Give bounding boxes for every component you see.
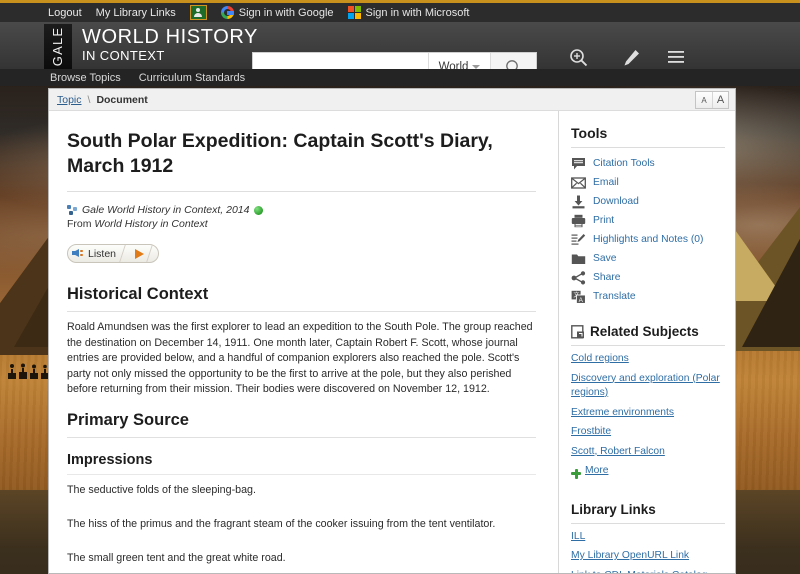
library-link[interactable]: Link to CDL Materials Catalog [571, 569, 725, 574]
gale-source-icon [67, 204, 78, 216]
panel-body: South Polar Expedition: Captain Scott's … [49, 111, 735, 574]
impression-line: The hiss of the primus and the fragrant … [67, 517, 496, 530]
tool-save[interactable]: Save [571, 249, 725, 268]
font-size-controls: A A [695, 91, 729, 109]
tool-translate[interactable]: 文 A Translate [571, 287, 725, 306]
library-links-list: ILL My Library OpenURL Link Link to CDL … [571, 530, 725, 574]
envelope-icon [571, 176, 586, 189]
green-status-dot [253, 205, 263, 215]
listen-label: Listen [88, 247, 117, 260]
play-triangle-icon[interactable] [135, 248, 145, 259]
tool-email[interactable]: Email [571, 173, 725, 192]
more-link[interactable]: More [585, 464, 608, 479]
site-header: GALE WORLD HISTORY IN CONTEXT World Adva… [0, 22, 800, 82]
font-size-decrease-button[interactable]: A [696, 92, 712, 108]
section-heading-historical-context: Historical Context [67, 285, 536, 312]
related-subject-link[interactable]: Frostbite [571, 425, 725, 440]
tool-label: Email [593, 177, 619, 188]
advanced-search-icon [570, 49, 588, 67]
share-nodes-icon [571, 270, 586, 284]
impression-line: The small green tent and the great white… [67, 551, 286, 564]
microsoft-signin-label: Sign in with Microsoft [365, 6, 470, 19]
subheading-impressions: Impressions [67, 452, 536, 475]
microsoft-logo-icon [347, 6, 361, 19]
speaker-icon [72, 248, 84, 259]
document-panel: Topic \ Document A A South Polar Expedit… [48, 88, 736, 574]
impression-line: The seductive folds of the sleeping-bag. [67, 483, 256, 496]
svg-text:A: A [579, 297, 584, 304]
tool-label: Save [593, 253, 617, 264]
nav-curriculum-standards[interactable]: Curriculum Standards [139, 72, 245, 84]
source-line: From World History in Context [67, 218, 536, 230]
printer-icon [571, 214, 586, 227]
citation-bubble-icon [572, 157, 585, 169]
article-content: South Polar Expedition: Captain Scott's … [49, 111, 559, 573]
gale-logo[interactable]: GALE [44, 24, 72, 69]
tools-heading: Tools [571, 125, 725, 148]
library-link[interactable]: My Library OpenURL Link [571, 549, 725, 564]
nav-browse-topics[interactable]: Browse Topics [50, 72, 121, 84]
historical-context-paragraph: Roald Amundsen was the first explorer to… [67, 321, 533, 395]
tool-label: Print [593, 215, 615, 226]
related-subjects-more[interactable]: More [571, 464, 725, 484]
highlight-pencil-icon [571, 233, 586, 245]
page-title: South Polar Expedition: Captain Scott's … [67, 129, 536, 192]
tool-label: Download [593, 196, 639, 207]
tool-print[interactable]: Print [571, 211, 725, 230]
breadcrumb-topic-link[interactable]: Topic [57, 94, 82, 106]
primary-navigation: Browse Topics Curriculum Standards [0, 69, 800, 86]
citation-line: Gale World History in Context, 2014 [67, 204, 536, 216]
library-link[interactable]: ILL [571, 530, 725, 545]
related-subjects-icon [571, 324, 584, 339]
tool-label: Highlights and Notes (0) [593, 234, 704, 245]
brand-line-1: WORLD HISTORY [82, 26, 258, 48]
related-subject-link[interactable]: Extreme environments [571, 406, 725, 421]
pyramid-right-shadow-face [742, 235, 800, 347]
brand-line-2: IN CONTEXT [82, 48, 165, 63]
from-source: World History in Context [94, 218, 208, 230]
related-subject-link[interactable]: Discovery and exploration (Polar regions… [571, 372, 725, 401]
google-signin-label: Sign in with Google [238, 6, 334, 19]
site-brand-title: WORLD HISTORY IN CONTEXT [82, 26, 258, 63]
from-label: From [67, 218, 92, 230]
google-signin-button[interactable]: Sign in with Google [220, 6, 334, 19]
library-links-heading: Library Links [571, 502, 725, 524]
tool-label: Citation Tools [593, 158, 655, 169]
user-avatar-icon[interactable] [189, 5, 207, 20]
citation-text: Gale World History in Context, 2014 [82, 204, 250, 216]
breadcrumb: Topic \ Document A A [49, 89, 735, 111]
google-logo-icon [220, 6, 234, 19]
translate-icon: 文 A [571, 290, 586, 304]
related-subjects-heading-text: Related Subjects [590, 324, 699, 339]
bookmark-icon [624, 50, 639, 66]
listen-end-cap [146, 245, 159, 262]
tool-highlights-and-notes[interactable]: Highlights and Notes (0) [571, 230, 725, 249]
related-subject-link[interactable]: Cold regions [571, 352, 725, 367]
camel-caravan-icon [8, 363, 49, 379]
gale-logo-text: GALE [50, 26, 66, 67]
related-subjects-list: Cold regions Discovery and exploration (… [571, 352, 725, 484]
related-subjects-heading: Related Subjects [571, 324, 725, 346]
breadcrumb-separator: \ [87, 93, 91, 106]
tool-label: Translate [593, 291, 636, 302]
related-subject-link[interactable]: Scott, Robert Falcon [571, 445, 725, 460]
avatar-glyph-icon [194, 8, 203, 17]
download-icon [572, 195, 585, 208]
my-library-links-link[interactable]: My Library Links [96, 7, 176, 19]
logout-link[interactable]: Logout [48, 7, 82, 19]
font-size-increase-button[interactable]: A [712, 92, 728, 108]
tool-share[interactable]: Share [571, 268, 725, 287]
listen-button[interactable]: Listen [67, 244, 160, 263]
section-heading-primary-source: Primary Source [67, 411, 536, 438]
tool-citation-tools[interactable]: Citation Tools [571, 154, 725, 173]
microsoft-signin-button[interactable]: Sign in with Microsoft [347, 6, 470, 19]
hamburger-menu-icon [668, 51, 684, 63]
tools-sidebar: Tools Citation Tools Email Download Prin… [559, 111, 735, 574]
tool-label: Share [593, 272, 621, 283]
top-utility-bar: Logout My Library Links Sign in with Goo… [0, 0, 800, 22]
plus-icon [571, 468, 581, 479]
folder-icon [571, 254, 586, 264]
tool-download[interactable]: Download [571, 192, 725, 211]
breadcrumb-current: Document [96, 93, 148, 106]
